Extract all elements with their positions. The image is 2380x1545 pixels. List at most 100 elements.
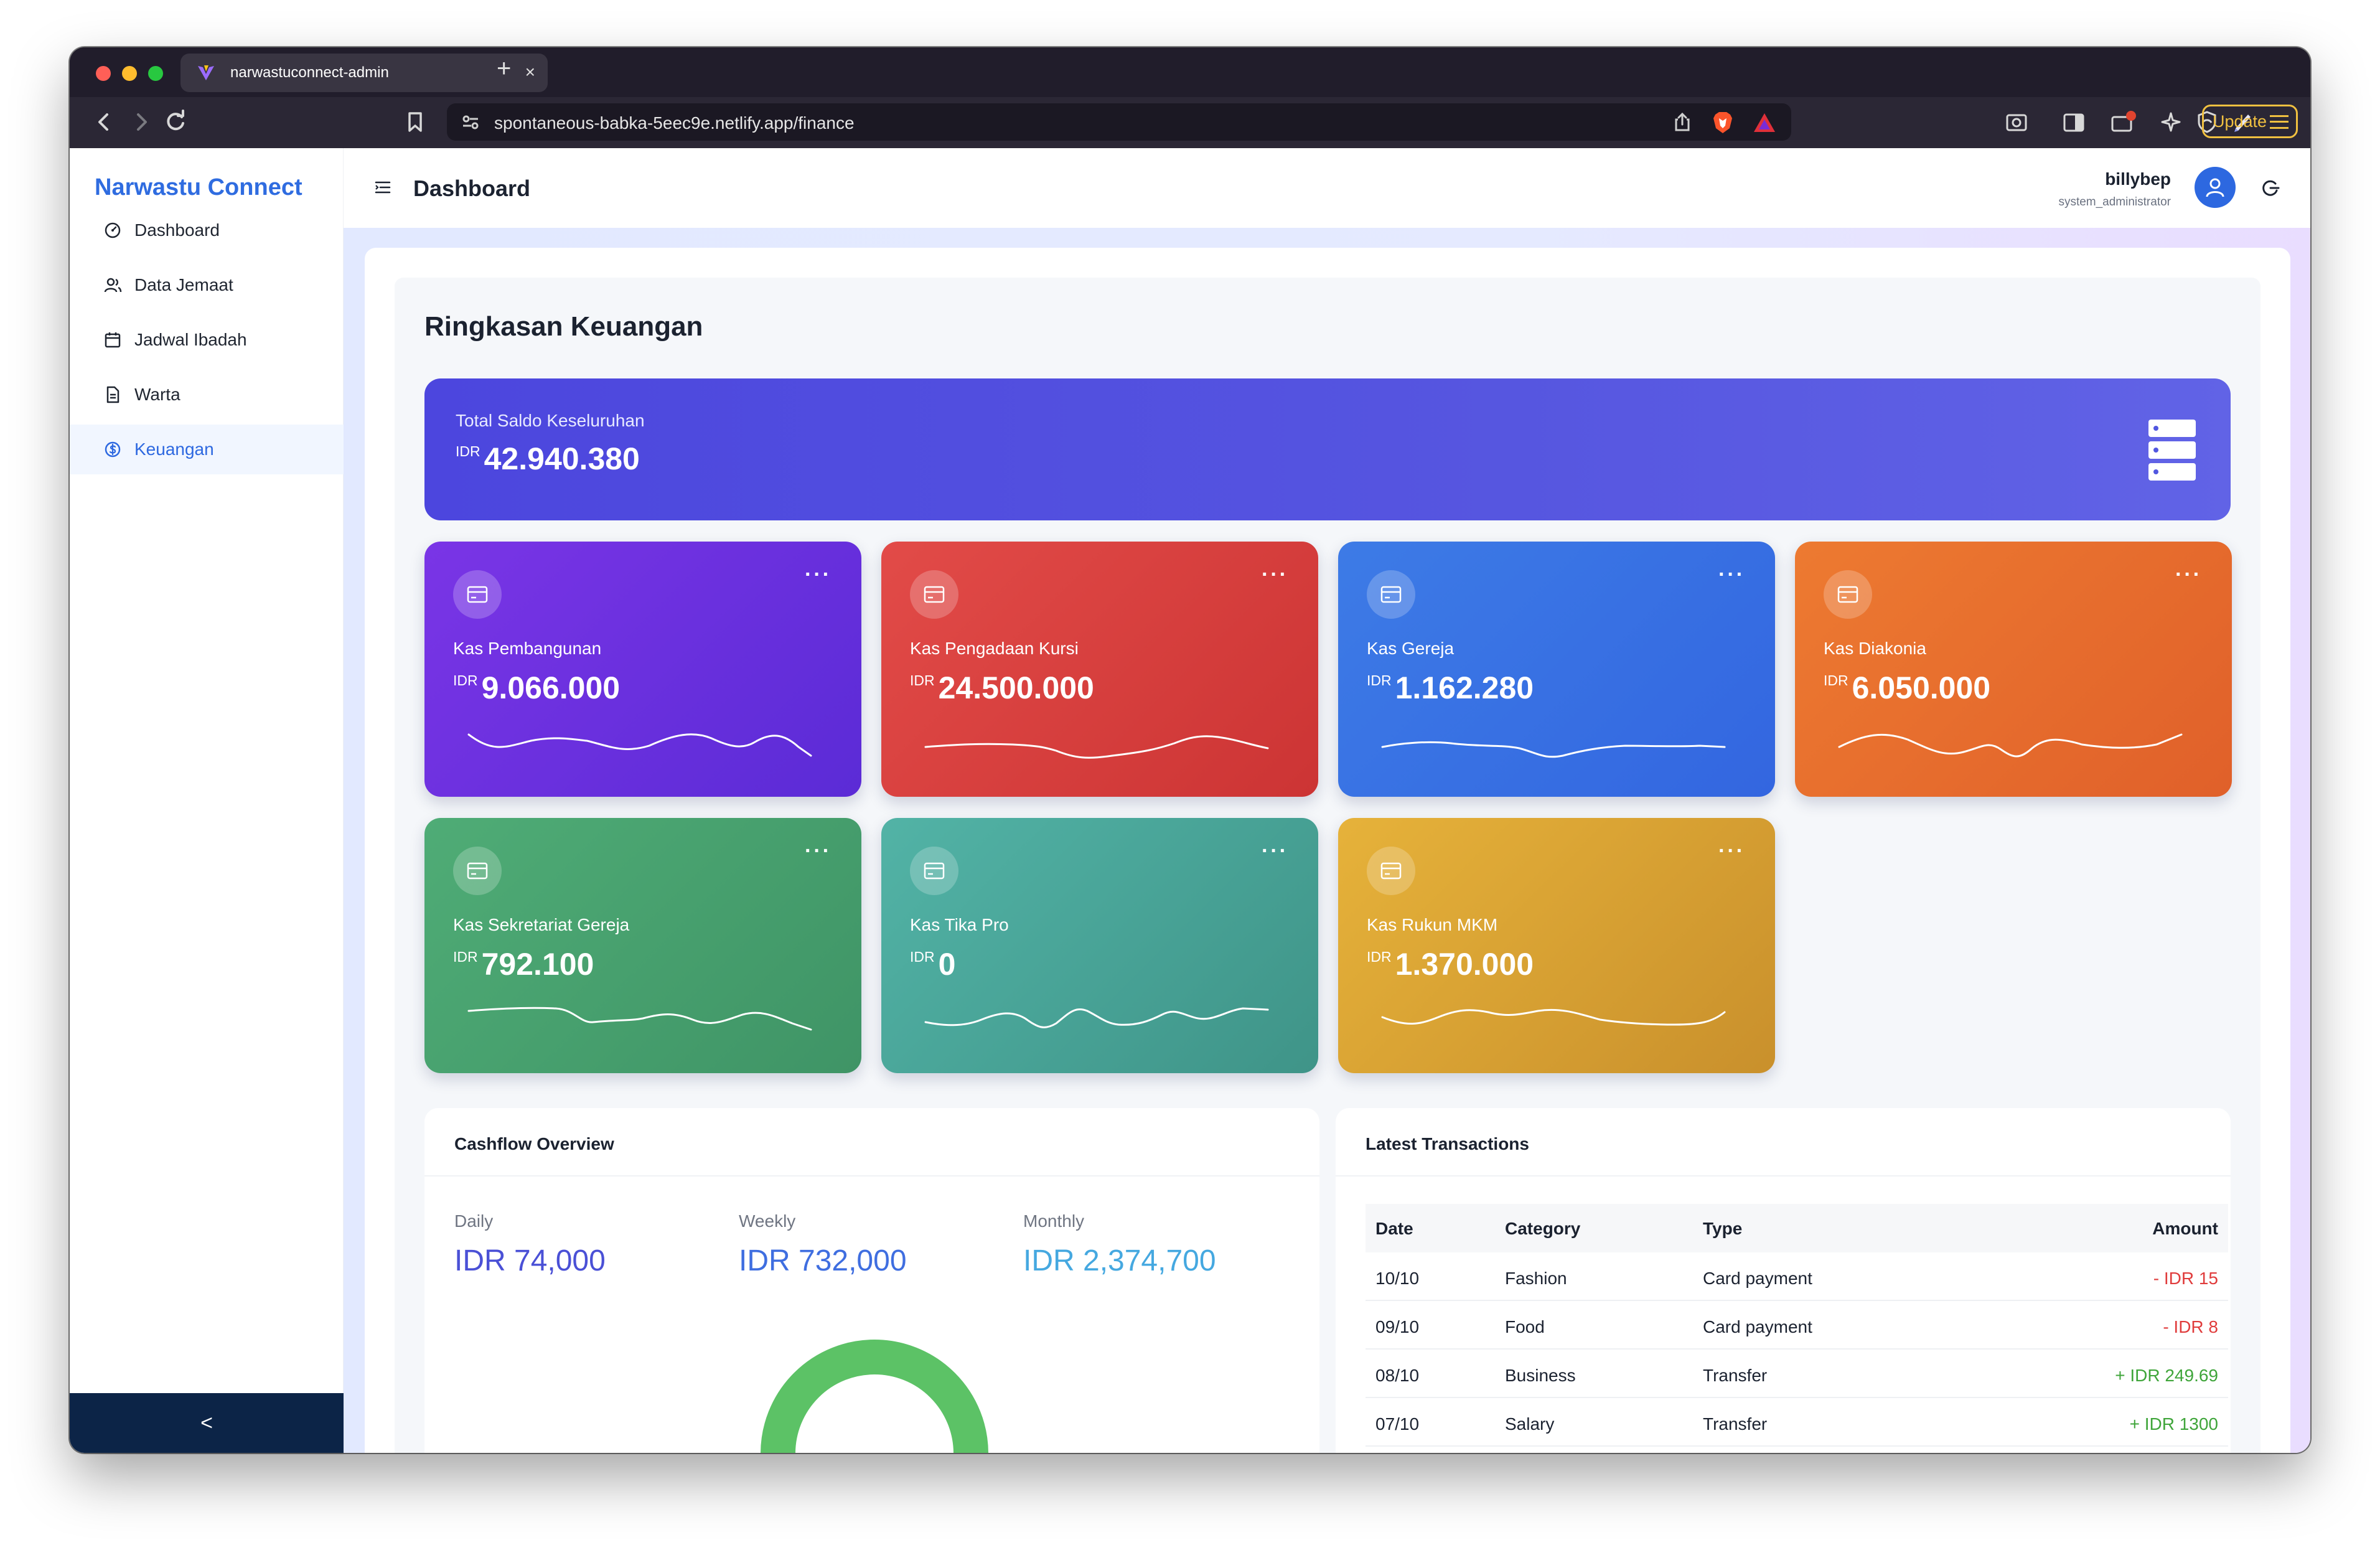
- table-row: 09/10 Food Card payment - IDR 8: [1366, 1301, 2228, 1350]
- users-icon: [104, 278, 122, 293]
- sidebar-toggle-icon[interactable]: [2063, 110, 2085, 134]
- more-options-icon[interactable]: ···: [1262, 839, 1288, 863]
- cashflow-panel: Cashflow Overview Daily IDR 74,000 Weekl…: [424, 1108, 1319, 1453]
- screenshot-icon[interactable]: [2005, 110, 2028, 134]
- address-bar[interactable]: spontaneous-babka-5eec9e.netlify.app/fin…: [447, 103, 1791, 141]
- more-options-icon[interactable]: ···: [1262, 563, 1288, 587]
- more-options-icon[interactable]: ···: [805, 563, 832, 587]
- back-icon[interactable]: [93, 110, 115, 134]
- sparkline: [1381, 741, 1726, 758]
- dollar-circle-icon: [105, 441, 121, 458]
- sparkline: [1381, 1008, 1726, 1026]
- transaction-category: Business: [1505, 1366, 1576, 1385]
- transaction-type: Transfer: [1703, 1414, 1768, 1434]
- total-balance-amount: 42.940.380: [484, 441, 640, 476]
- total-balance-label: Total Saldo Keseluruhan: [456, 411, 645, 430]
- fund-card[interactable]: ··· Kas Tika Pro IDR 0: [881, 818, 1318, 1073]
- column-header-amount: Amount: [2152, 1219, 2218, 1238]
- currency-label: IDR: [1367, 672, 1392, 688]
- fund-amount: 1.370.000: [1395, 947, 1534, 982]
- more-options-icon[interactable]: ···: [805, 839, 832, 863]
- avatar[interactable]: [2195, 167, 2236, 208]
- url-text[interactable]: spontaneous-babka-5eec9e.netlify.app/fin…: [494, 113, 855, 133]
- fund-name: Kas Rukun MKM: [1367, 915, 1498, 934]
- logout-icon[interactable]: [2261, 178, 2280, 198]
- sidebar-item-label: Data Jemaat: [134, 275, 233, 294]
- divider: [1336, 1175, 2231, 1176]
- share-icon[interactable]: [1673, 112, 1692, 132]
- sidebar-item-jadwal-ibadah[interactable]: Jadwal Ibadah: [70, 315, 344, 365]
- leo-ai-icon[interactable]: [2160, 110, 2182, 134]
- bookmark-icon[interactable]: [406, 110, 424, 134]
- page-viewport: Narwastu Connect Dashboard Data Jemaat J…: [70, 148, 2310, 1453]
- transaction-amount: - IDR 15: [2153, 1269, 2218, 1288]
- cashflow-monthly-value: IDR 2,374,700: [1023, 1244, 1216, 1277]
- fund-name: Kas Diakonia: [1824, 639, 1926, 658]
- menu-toggle-icon[interactable]: [373, 178, 392, 197]
- divider: [424, 1175, 1319, 1176]
- user-role: system_administrator: [2058, 195, 2171, 209]
- cashflow-title: Cashflow Overview: [454, 1134, 614, 1153]
- fund-value: IDR 0: [910, 946, 955, 982]
- currency-label: IDR: [910, 949, 935, 965]
- minimize-window-button[interactable]: [122, 66, 137, 81]
- cashflow-daily-label: Daily: [454, 1211, 494, 1231]
- new-tab-button[interactable]: +: [497, 56, 511, 81]
- fund-card[interactable]: ··· Kas Gereja IDR 1.162.280: [1338, 542, 1775, 797]
- more-options-icon[interactable]: ···: [1718, 839, 1745, 863]
- close-window-button[interactable]: [96, 66, 111, 81]
- sidebar-item-keuangan[interactable]: Keuangan: [70, 425, 344, 474]
- dashboard-icon: [105, 222, 121, 238]
- fund-name: Kas Gereja: [1367, 639, 1455, 658]
- transaction-type: Card payment: [1703, 1317, 1812, 1336]
- user-icon: [2206, 178, 2224, 197]
- transaction-type: Card payment: [1703, 1269, 1812, 1288]
- fund-card[interactable]: ··· Kas Pembangunan IDR 9.066.000: [424, 542, 861, 797]
- transaction-amount: - IDR 8: [2163, 1317, 2218, 1336]
- user-name: billybep: [2105, 169, 2171, 189]
- update-button[interactable]: Update: [2202, 105, 2298, 138]
- sparkline: [1838, 733, 2183, 758]
- browser-tab[interactable]: narwastuconnect-admin ×: [180, 54, 548, 92]
- sidebar-item-label: Warta: [134, 385, 180, 404]
- document-icon: [106, 386, 119, 403]
- sidebar-item-warta[interactable]: Warta: [70, 370, 344, 420]
- transaction-amount: + IDR 249.69: [2115, 1366, 2218, 1385]
- fund-name: Kas Sekretariat Gereja: [453, 915, 630, 934]
- fund-amount: 1.162.280: [1395, 670, 1534, 705]
- fund-card[interactable]: ··· Kas Pengadaan Kursi IDR 24.500.000: [881, 542, 1318, 797]
- maximize-window-button[interactable]: [148, 66, 163, 81]
- brave-shields-icon[interactable]: [1712, 111, 1734, 134]
- site-settings-icon[interactable]: [461, 112, 480, 132]
- reload-icon[interactable]: [163, 110, 188, 134]
- sparkline: [924, 1007, 1269, 1028]
- fund-card[interactable]: ··· Kas Sekretariat Gereja IDR 792.100: [424, 818, 861, 1073]
- cashflow-gauge: [761, 1340, 988, 1453]
- card-icon: [1367, 847, 1415, 895]
- chevron-left-icon: <: [200, 1411, 213, 1435]
- cashflow-daily-value: IDR 74,000: [454, 1244, 606, 1277]
- card-icon: [453, 570, 502, 619]
- sidebar-item-dashboard[interactable]: Dashboard: [70, 205, 344, 255]
- menu-lines-icon: [2270, 115, 2289, 129]
- transaction-type: Transfer: [1703, 1366, 1768, 1385]
- rewards-icon[interactable]: [1753, 112, 1776, 133]
- cashflow-monthly-label: Monthly: [1023, 1211, 1085, 1231]
- transaction-date: 10/10: [1375, 1269, 1420, 1288]
- forward-icon[interactable]: [131, 110, 152, 134]
- wallet-icon[interactable]: [2110, 110, 2137, 134]
- more-options-icon[interactable]: ···: [2175, 563, 2202, 587]
- fund-card[interactable]: ··· Kas Diakonia IDR 6.050.000: [1795, 542, 2232, 797]
- sidebar: Narwastu Connect Dashboard Data Jemaat J…: [70, 148, 344, 1453]
- tab-close-icon[interactable]: ×: [525, 62, 535, 82]
- page-title: Dashboard: [413, 176, 531, 201]
- cashflow-weekly-label: Weekly: [739, 1211, 796, 1231]
- fund-amount: 0: [938, 947, 956, 982]
- fund-value: IDR 24.500.000: [910, 670, 1094, 706]
- vite-favicon-icon: [198, 65, 214, 80]
- sidebar-collapse-button[interactable]: <: [70, 1393, 344, 1453]
- more-options-icon[interactable]: ···: [1718, 563, 1745, 587]
- brand-logo-text[interactable]: Narwastu Connect: [95, 174, 302, 201]
- sidebar-item-data-jemaat[interactable]: Data Jemaat: [70, 260, 344, 310]
- fund-card[interactable]: ··· Kas Rukun MKM IDR 1.370.000: [1338, 818, 1775, 1073]
